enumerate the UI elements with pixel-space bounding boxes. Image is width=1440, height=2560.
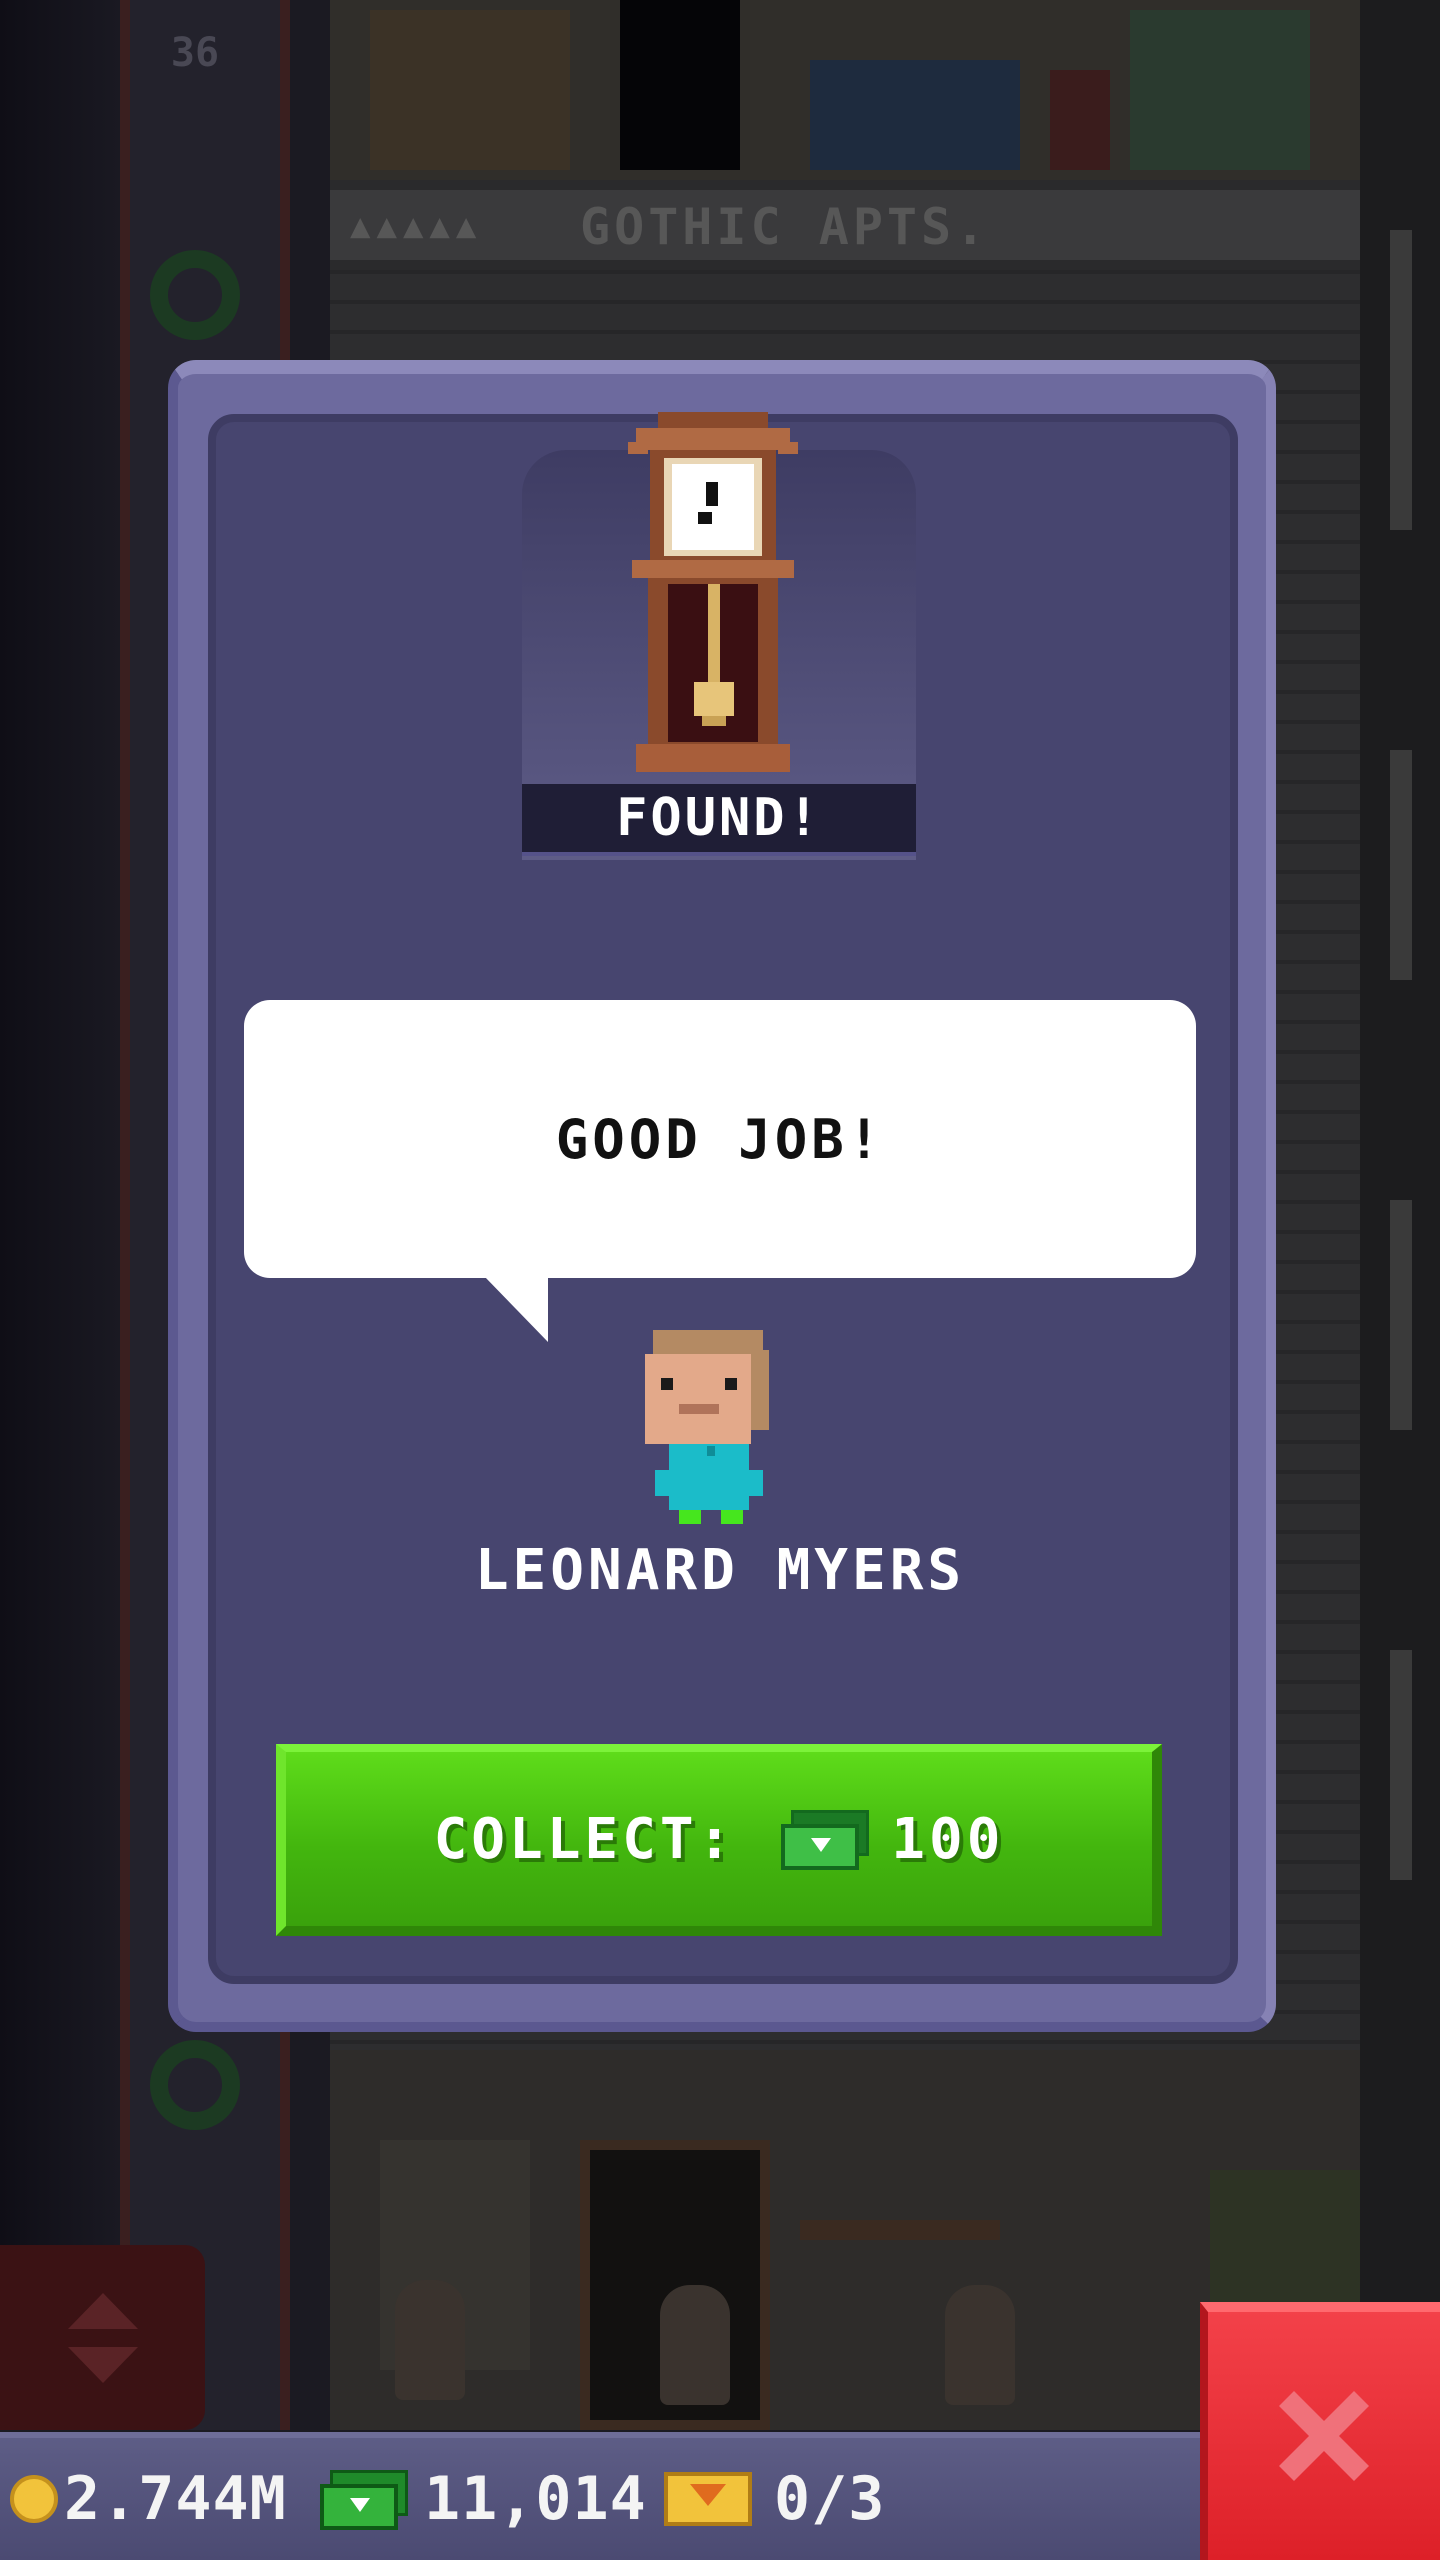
close-button[interactable] [1200,2302,1440,2560]
speech-bubble-tail [484,1276,548,1342]
floor-number: 36 [170,30,220,76]
right-pillar [1360,0,1440,2430]
pillar-slot [1390,230,1412,530]
up-down-arrow-icon [67,2292,138,2383]
tower-bux-icon [781,1810,870,1870]
collect-label: COLLECT: [433,1806,736,1872]
sky-background [0,0,120,2430]
elevator-up-down-button[interactable] [0,2245,205,2430]
bitizen-figure [395,2280,465,2400]
pillar-slot [1390,1200,1412,1430]
pillar-slot [1390,750,1412,980]
sofa [810,60,1020,170]
floor-apartment[interactable] [330,0,1360,180]
found-banner: FOUND! [522,784,916,856]
tickets-value: 0/3 [774,2464,886,2534]
wreath-decoration [150,250,240,340]
currency-status-bar: 2.744M 11,014 0/3 [0,2432,1200,2560]
furniture [370,10,570,170]
tower-bux-icon [320,2470,408,2530]
speech-text: GOOD JOB! [555,1107,885,1171]
game-screen: 36 ▲▲▲▲▲ GOTHIC APTS. 2.744M 11,014 0/3 … [0,0,1440,2560]
cabinet [1130,10,1310,170]
speech-bubble: GOOD JOB! [244,1000,1196,1278]
close-icon [1279,2391,1369,2481]
doorway [620,0,740,170]
tickets-counter: 0/3 [664,2464,885,2534]
collect-amount: 100 [891,1806,1005,1872]
coins-counter: 2.744M [10,2464,287,2534]
bitizen-figure [660,2285,730,2405]
collect-button[interactable]: COLLECT: 100 [276,1744,1162,1936]
coin-icon [10,2475,58,2523]
bux-counter: 11,014 [320,2464,647,2534]
wreath-decoration [150,2040,240,2130]
character-name: LEONARD MYERS [474,1538,966,1603]
pillar-slot [1390,1650,1412,1880]
toy-robot [1050,70,1110,170]
golden-ticket-icon [664,2472,752,2526]
bitizen-figure [945,2285,1015,2405]
bux-value: 11,014 [424,2464,647,2534]
table [800,2220,1000,2240]
grandfather-clock-icon [628,412,798,772]
floor-rating-icons: ▲▲▲▲▲ [350,206,483,246]
floor-name: GOTHIC APTS. [580,198,990,256]
coins-value: 2.744M [64,2464,287,2534]
bitizen-avatar [645,1330,769,1524]
